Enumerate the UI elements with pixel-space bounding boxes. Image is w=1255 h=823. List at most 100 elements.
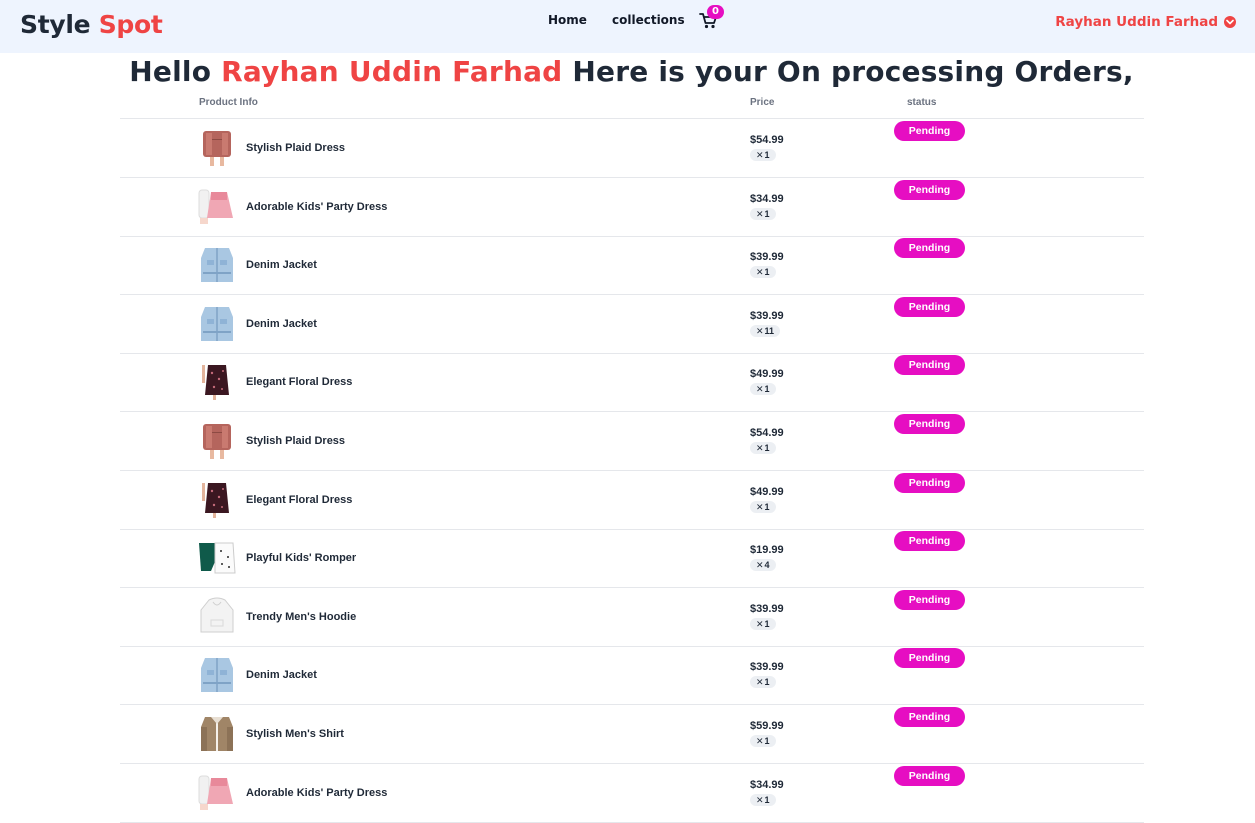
status-badge: Pending (894, 180, 965, 200)
brand-logo[interactable]: Style Spot (20, 10, 163, 39)
quantity-badge: ✕1 (750, 794, 776, 806)
quantity-badge: ✕1 (750, 676, 776, 688)
brand-part-2: Spot (98, 10, 163, 39)
plaid-dress-image (197, 420, 237, 460)
navbar: Style Spot Home collections 0 Rayhan Udd… (0, 0, 1255, 53)
times-icon: ✕ (756, 677, 764, 687)
chevron-down-icon (1224, 16, 1236, 28)
product-name: Playful Kids' Romper (246, 552, 357, 564)
product-name: Stylish Plaid Dress (246, 142, 346, 154)
quantity-badge: ✕11 (750, 325, 781, 337)
product-price: $39.99 (750, 603, 784, 615)
quantity-badge: ✕1 (750, 266, 776, 278)
kids-party-dress-image (197, 186, 237, 226)
page-title-suffix: Here is your On processing Orders, (572, 55, 1134, 88)
product-price: $54.99 (750, 134, 784, 146)
product-price: $39.99 (750, 251, 784, 263)
kids-romper-image (197, 537, 237, 577)
product-price: $59.99 (750, 720, 784, 732)
mens-shirt-image (197, 713, 237, 753)
denim-jacket-image (197, 654, 237, 694)
floral-dress-image (197, 479, 237, 519)
quantity-value: 1 (764, 619, 770, 629)
product-name: Elegant Floral Dress (246, 494, 353, 506)
table-row: Elegant Floral Dress $49.99 ✕1 Pending (120, 471, 1144, 529)
quantity-badge: ✕1 (750, 501, 776, 513)
quantity-value: 1 (764, 677, 770, 687)
quantity-badge: ✕1 (750, 618, 776, 630)
product-name: Adorable Kids' Party Dress (246, 201, 388, 213)
quantity-badge: ✕1 (750, 735, 776, 747)
kids-party-dress-image (197, 772, 237, 812)
column-header-product: Product Info (199, 97, 258, 108)
status-badge: Pending (894, 766, 965, 786)
column-header-status: status (907, 97, 937, 108)
product-name: Stylish Men's Shirt (246, 728, 344, 740)
status-badge: Pending (894, 121, 965, 141)
product-price: $49.99 (750, 368, 784, 380)
status-badge: Pending (894, 355, 965, 375)
times-icon: ✕ (756, 384, 764, 394)
quantity-badge: ✕1 (750, 383, 776, 395)
product-price: $39.99 (750, 661, 784, 673)
product-price: $39.99 (750, 310, 784, 322)
nav-home-link[interactable]: Home (548, 13, 587, 27)
floral-dress-image (197, 361, 237, 401)
table-row: Stylish Plaid Dress $54.99 ✕1 Pending (120, 119, 1144, 177)
product-name: Denim Jacket (246, 318, 317, 330)
table-row: Denim Jacket $39.99 ✕1 Pending (120, 646, 1144, 704)
times-icon: ✕ (756, 326, 764, 336)
quantity-value: 1 (764, 443, 770, 453)
table-row: Stylish Men's Shirt $59.99 ✕1 Pending (120, 705, 1144, 763)
product-name: Elegant Floral Dress (246, 376, 353, 388)
product-name: Denim Jacket (246, 669, 317, 681)
column-header-price: Price (750, 97, 775, 108)
brand-part-1: Style (20, 10, 91, 39)
product-price: $34.99 (750, 193, 784, 205)
times-icon: ✕ (756, 502, 764, 512)
times-icon: ✕ (756, 736, 764, 746)
status-badge: Pending (894, 590, 965, 610)
quantity-value: 1 (764, 736, 770, 746)
plaid-dress-image (197, 127, 237, 167)
quantity-badge: ✕4 (750, 559, 776, 571)
nav-collections-link[interactable]: collections (612, 13, 685, 27)
page-title-prefix: Hello (129, 55, 212, 88)
product-price: $49.99 (750, 486, 784, 498)
times-icon: ✕ (756, 150, 764, 160)
table-row: Denim Jacket $39.99 ✕1 Pending (120, 236, 1144, 294)
status-badge: Pending (894, 238, 965, 258)
product-price: $54.99 (750, 427, 784, 439)
times-icon: ✕ (756, 267, 764, 277)
quantity-badge: ✕1 (750, 149, 776, 161)
table-row: Playful Kids' Romper $19.99 ✕4 Pending (120, 529, 1144, 587)
denim-jacket-image (197, 244, 237, 284)
table-row: Elegant Floral Dress $49.99 ✕1 Pending (120, 353, 1144, 411)
user-name: Rayhan Uddin Farhad (1055, 14, 1218, 30)
table-row: Stylish Plaid Dress $54.99 ✕1 Pending (120, 412, 1144, 470)
product-price: $19.99 (750, 544, 784, 556)
table-row: Adorable Kids' Party Dress $34.99 ✕1 Pendin… (120, 764, 1144, 822)
times-icon: ✕ (756, 795, 764, 805)
quantity-value: 1 (764, 209, 770, 219)
user-menu[interactable]: Rayhan Uddin Farhad (1055, 14, 1236, 30)
quantity-value: 11 (764, 326, 775, 336)
quantity-value: 1 (764, 150, 770, 160)
status-badge: Pending (894, 473, 965, 493)
quantity-value: 1 (764, 267, 770, 277)
status-badge: Pending (894, 297, 965, 317)
status-badge: Pending (894, 531, 965, 551)
times-icon: ✕ (756, 443, 764, 453)
quantity-value: 1 (764, 384, 770, 394)
status-badge: Pending (894, 414, 965, 434)
quantity-value: 4 (764, 560, 770, 570)
quantity-badge: ✕1 (750, 208, 776, 220)
quantity-value: 1 (764, 795, 770, 805)
page-title: Hello Rayhan Uddin Farhad Here is your O… (0, 53, 1255, 91)
status-badge: Pending (894, 707, 965, 727)
product-name: Stylish Plaid Dress (246, 435, 346, 447)
times-icon: ✕ (756, 560, 764, 570)
quantity-value: 1 (764, 502, 770, 512)
product-price: $34.99 (750, 779, 784, 791)
times-icon: ✕ (756, 209, 764, 219)
